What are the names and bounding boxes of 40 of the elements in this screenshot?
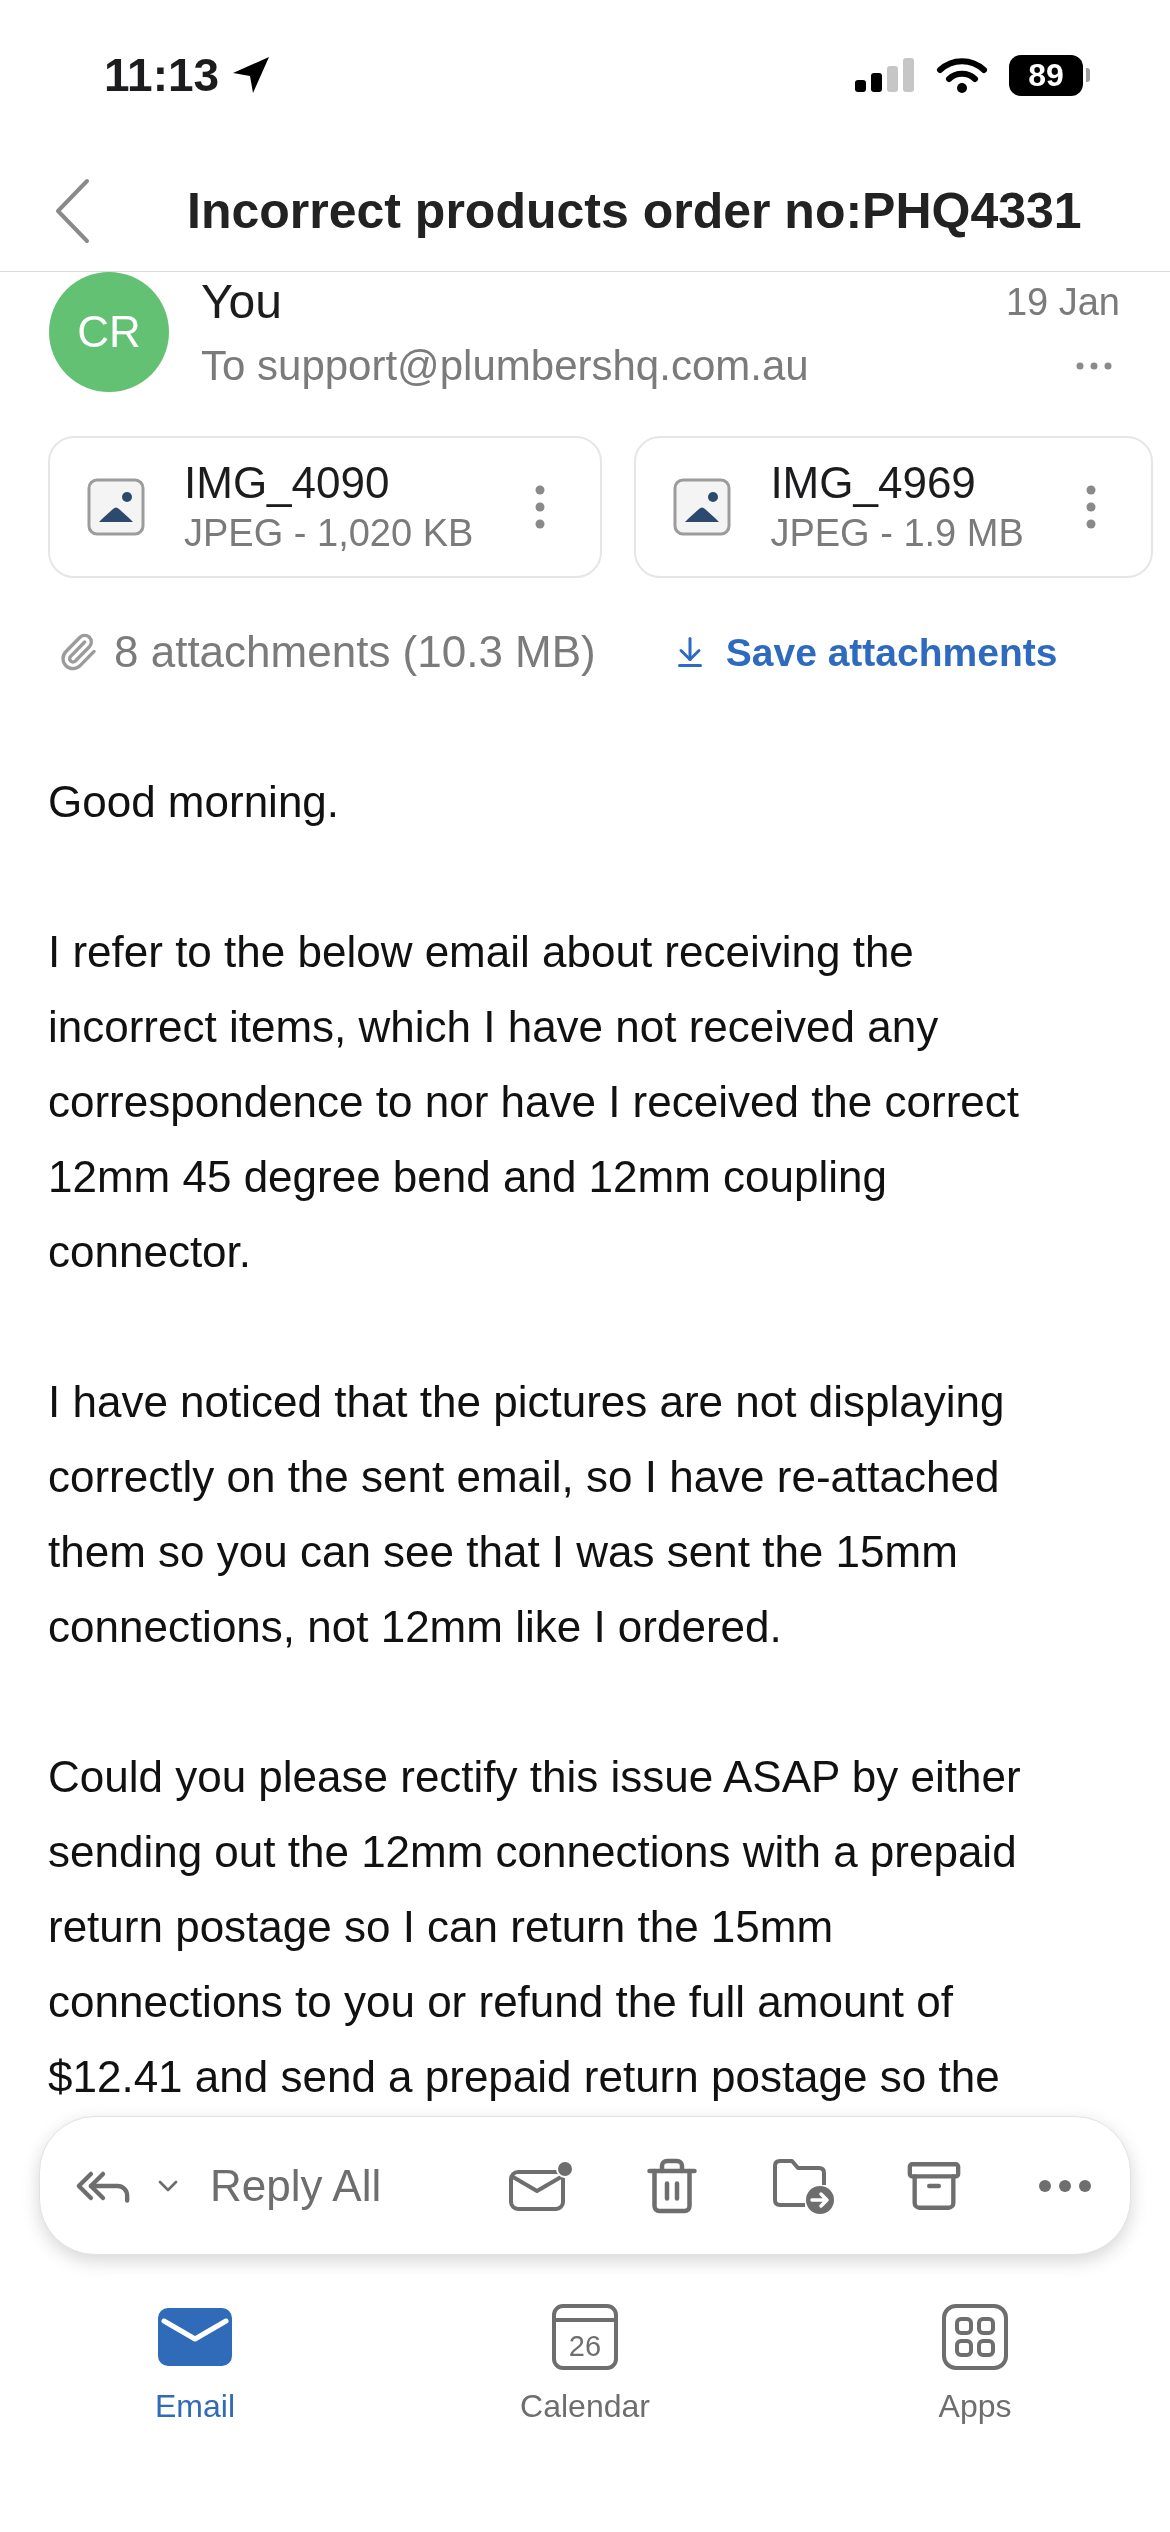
kebab-icon[interactable]: [535, 485, 546, 529]
reply-all-button[interactable]: Reply All: [74, 2156, 382, 2215]
folder-arrow-icon: [770, 2156, 835, 2215]
image-file-icon: [87, 478, 145, 536]
sender-name: You: [201, 274, 283, 330]
back-button[interactable]: [54, 177, 90, 244]
attachment-details: JPEG - 1.9 MB: [770, 511, 1024, 556]
more-icon: [1076, 362, 1112, 370]
chevron-left-icon: [54, 177, 90, 244]
calendar-icon: 26: [552, 2304, 618, 2370]
tab-bar-item[interactable]: Apps: [780, 2304, 1170, 2426]
location-arrow-icon: [231, 55, 272, 95]
envelope-dot-icon: [507, 2159, 574, 2212]
app-grid-icon: [942, 2304, 1008, 2370]
attachment-details: JPEG - 1,020 KB: [184, 511, 474, 556]
tab-bar-item[interactable]: Email: [0, 2304, 390, 2426]
kebab-icon[interactable]: [1085, 485, 1096, 529]
message-date: 19 Jan: [1005, 280, 1120, 325]
body-paragraph: I have noticed that the pictures are not displaying correctly on the sent email, so I have re-attached them so you can see that I was sent the 15mm connections, not 12mm like I ordered.: [48, 1376, 1006, 1653]
attachment-card[interactable]: IMG_4969 JPEG - 1.9 MB: [634, 436, 1153, 578]
more-icon: [1038, 2179, 1091, 2192]
status-time: 11:13: [104, 52, 220, 98]
avatar: CR: [49, 272, 169, 392]
tab-bar-item[interactable]: 26 Calendar: [390, 2304, 780, 2426]
battery-indicator: 89: [1009, 54, 1090, 96]
envelope-icon: [158, 2308, 232, 2366]
body-paragraph: I refer to the below email about receiving the incorrect items, which I have not received any correspondence to nor have I received the correct 12mm 45 degree bend and 12mm coupling connector.: [48, 926, 1020, 1278]
image-file-icon: [673, 478, 732, 536]
save-attachments-link[interactable]: Save attachments: [671, 632, 1058, 672]
email-subject: Incorrect products order no:PHQ4331: [187, 185, 1082, 236]
attachment-count: 8 attachments (10.3 MB): [114, 630, 596, 674]
attachment-card[interactable]: IMG_4090 JPEG - 1,020 KB: [48, 436, 603, 578]
recipient-line: To support@plumbershq.com.au: [201, 341, 810, 391]
paperclip-icon: [58, 632, 98, 672]
signal-icon: [855, 58, 915, 92]
attachment-name: IMG_4969: [770, 457, 977, 509]
attachment-name: IMG_4090: [184, 457, 391, 509]
wifi-icon: [936, 56, 988, 94]
body-paragraph: Could you please rectify this issue ASAP by either sending out the 12mm connections with a prepaid return postage so I can return the 15mm connections to you or refund the full amount of $12.41 and send a prepaid return postage so the: [48, 1751, 1022, 2103]
body-paragraph: Good morning.: [48, 776, 341, 828]
